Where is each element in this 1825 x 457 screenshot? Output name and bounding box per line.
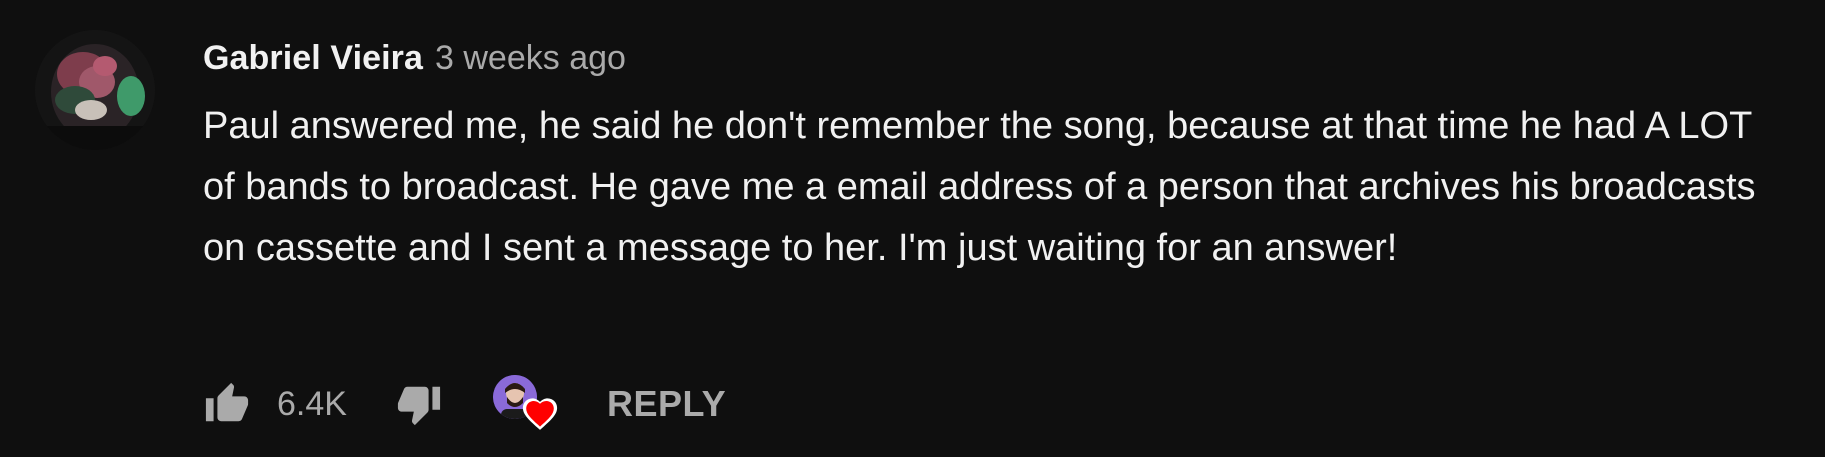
- author-name[interactable]: Gabriel Vieira: [203, 39, 423, 78]
- comment-thread: Gabriel Vieira 3 weeks ago Paul answered…: [0, 0, 1825, 457]
- thumb-down-icon: [397, 386, 441, 426]
- comment-timestamp[interactable]: 3 weeks ago: [435, 39, 626, 78]
- dislike-button[interactable]: [395, 380, 443, 428]
- comment-body: Gabriel Vieira 3 weeks ago Paul answered…: [203, 34, 1803, 279]
- heart-icon: [522, 398, 558, 430]
- comment-action-bar: 6.4K REPLY: [203, 375, 726, 430]
- like-count: 6.4K: [277, 384, 347, 423]
- comment-header: Gabriel Vieira 3 weeks ago: [203, 34, 1803, 82]
- comment-text: Paul answered me, he said he don't remem…: [203, 105, 1756, 269]
- like-button[interactable]: [203, 380, 251, 428]
- author-avatar[interactable]: [35, 30, 155, 150]
- reply-button[interactable]: REPLY: [607, 383, 726, 425]
- thumb-up-icon: [205, 382, 249, 422]
- creator-heart-badge[interactable]: [492, 374, 563, 434]
